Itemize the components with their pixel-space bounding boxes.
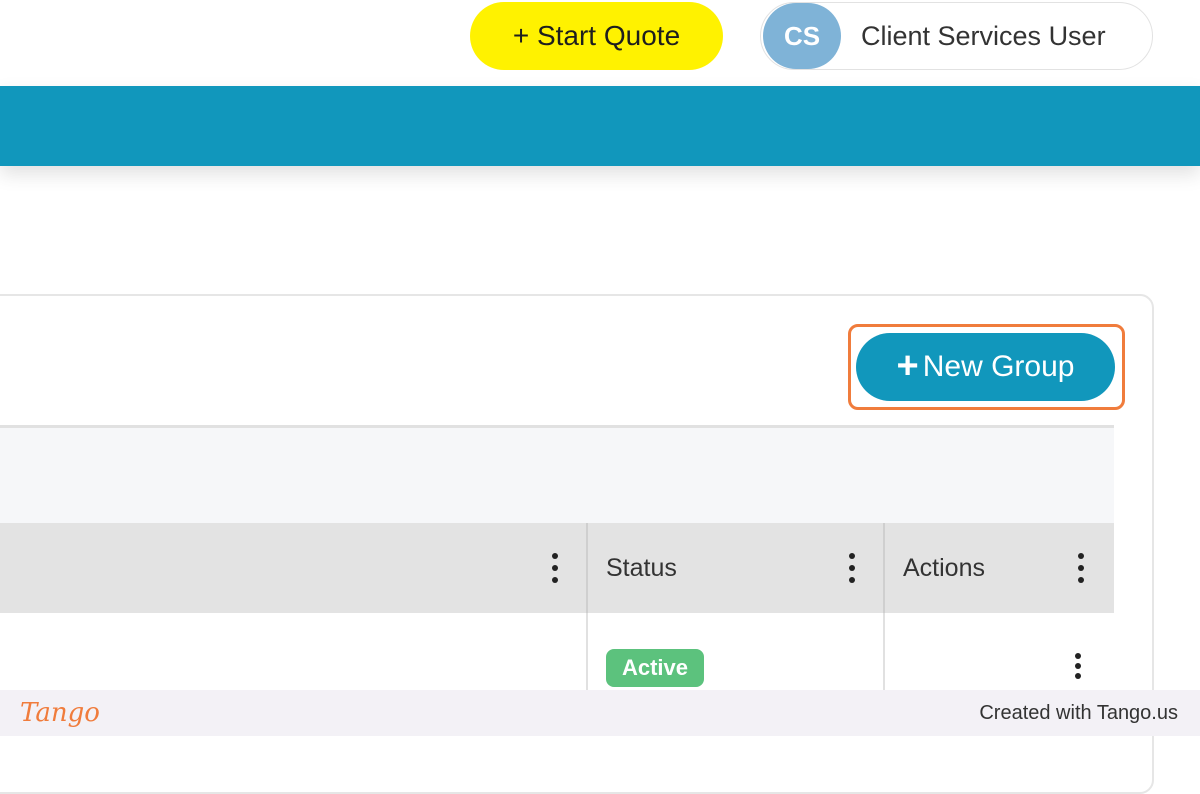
table-header: Status Actions (0, 523, 1114, 613)
column-menu-icon[interactable] (1078, 553, 1084, 583)
column-header-label: Status (606, 553, 677, 582)
row-actions-icon[interactable] (1075, 653, 1081, 679)
status-badge: Active (606, 649, 704, 687)
column-header-actions[interactable]: Actions (885, 523, 1114, 613)
column-menu-icon[interactable] (849, 553, 855, 583)
new-group-label: New Group (922, 350, 1075, 383)
user-menu[interactable]: CS Client Services User (760, 2, 1153, 70)
user-name: Client Services User (861, 20, 1106, 51)
table-row[interactable]: Active (0, 613, 1114, 693)
column-header-name[interactable] (0, 523, 588, 613)
column-menu-icon[interactable] (552, 553, 558, 583)
footer: Tango Created with Tango.us (0, 690, 1200, 736)
avatar[interactable]: CS (763, 3, 841, 69)
footer-credit: Created with Tango.us (979, 701, 1178, 724)
table-cell (885, 613, 1114, 693)
tango-logo: Tango (20, 698, 100, 728)
column-header-status[interactable]: Status (588, 523, 885, 613)
table-toolbar (0, 425, 1114, 523)
new-group-button[interactable]: + New Group (856, 333, 1115, 401)
top-bar: + Start Quote CS Client Services User (0, 0, 1200, 86)
plus-icon: + (896, 344, 919, 387)
start-quote-button[interactable]: + Start Quote (470, 2, 723, 70)
table-cell (0, 613, 588, 693)
navigation-bar (0, 86, 1200, 166)
table-cell: Active (588, 613, 885, 693)
column-header-label: Actions (903, 553, 985, 582)
